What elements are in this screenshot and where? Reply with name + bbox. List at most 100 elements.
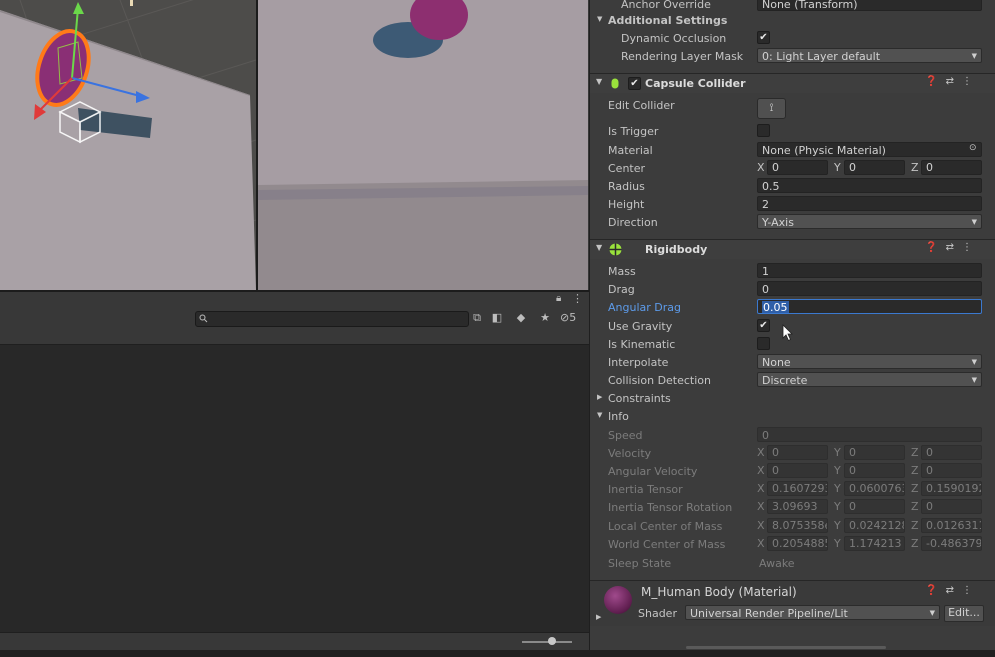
is-trigger-row: Is Trigger bbox=[590, 123, 995, 141]
is-kinematic-label: Is Kinematic bbox=[608, 338, 676, 351]
presets-icon[interactable]: ⇄ bbox=[946, 242, 962, 253]
interpolate-row: Interpolate None bbox=[590, 354, 995, 372]
interpolate-dropdown[interactable]: None bbox=[757, 354, 982, 369]
inertia-tensor-row: Inertia Tensor X 0.1607293 Y 0.0600763 Z 0.… bbox=[608, 481, 982, 496]
center-z-field[interactable]: 0 bbox=[921, 160, 982, 175]
collision-detection-dropdown[interactable]: Discrete bbox=[757, 372, 982, 387]
local-center-of-mass-x-field: 8.075358e bbox=[767, 518, 828, 533]
center-label: Center bbox=[608, 162, 646, 175]
center-row: Center X0 Y0 Z0 bbox=[590, 160, 995, 178]
constraints-foldout[interactable]: ▶ Constraints bbox=[590, 390, 995, 408]
is-trigger-label: Is Trigger bbox=[608, 125, 659, 138]
mass-row: Mass 1 bbox=[590, 263, 995, 281]
angular-drag-row: Angular Drag 0.05 bbox=[590, 299, 995, 317]
angular-drag-field[interactable]: 0.05 bbox=[757, 299, 982, 314]
capsule-collider-enabled-checkbox[interactable]: ✔ bbox=[628, 77, 641, 90]
material-preview-sphere[interactable] bbox=[604, 586, 632, 614]
dynamic-occlusion-checkbox[interactable]: ✔ bbox=[757, 31, 770, 44]
help-icon[interactable]: ❓ bbox=[925, 76, 945, 87]
center-y-field[interactable]: 0 bbox=[844, 160, 905, 175]
component-menu-icon[interactable]: ⋮ bbox=[962, 242, 980, 253]
rigidbody-header[interactable]: ▼ Rigidbody ❓⇄⋮ bbox=[590, 239, 995, 259]
zoom-slider-knob[interactable] bbox=[548, 637, 556, 645]
radius-row: Radius 0.5 bbox=[590, 178, 995, 196]
foldout-arrow-icon: ▼ bbox=[597, 15, 603, 23]
edit-collider-label: Edit Collider bbox=[608, 99, 675, 112]
angular-velocity-y-field: 0 bbox=[844, 463, 905, 478]
anchor-override-field[interactable]: None (Transform) bbox=[757, 0, 982, 11]
rendering-layer-mask-dropdown[interactable]: 0: Light Layer default bbox=[757, 48, 982, 63]
drag-field[interactable]: 0 bbox=[757, 281, 982, 296]
edit-shader-button[interactable]: Edit... bbox=[944, 605, 984, 622]
rendering-layer-mask-row: Rendering Layer Mask 0: Light Layer defa… bbox=[590, 48, 995, 66]
help-icon[interactable]: ❓ bbox=[925, 242, 945, 253]
label-icon[interactable]: ◆ bbox=[514, 311, 528, 325]
scene-canvas[interactable] bbox=[0, 0, 256, 290]
sleep-state-label: Sleep State bbox=[608, 557, 672, 570]
angular-velocity-label: Angular Velocity bbox=[608, 465, 698, 478]
angular-drag-label: Angular Drag bbox=[608, 301, 681, 314]
radius-field[interactable]: 0.5 bbox=[757, 178, 982, 193]
collapse-arrow-icon[interactable]: ▼ bbox=[596, 77, 602, 86]
lower-panel-toolbar: ⧉ ◧ ◆ ★ ⊘5 bbox=[0, 308, 589, 345]
capsule-collider-header[interactable]: ▼ ✔ Capsule Collider ❓⇄⋮ bbox=[590, 73, 995, 93]
lock-icon[interactable]: 🔒︎ bbox=[556, 293, 561, 304]
lower-panel-tabbar: 🔒︎ ⋮ bbox=[0, 292, 589, 308]
local-center-of-mass-label: Local Center of Mass bbox=[608, 520, 723, 533]
presets-icon[interactable]: ⇄ bbox=[946, 76, 962, 87]
inspector-scrollbar[interactable] bbox=[686, 646, 886, 649]
lower-panel: 🔒︎ ⋮ ⧉ ◧ ◆ ★ ⊘5 bbox=[0, 292, 589, 657]
use-gravity-checkbox[interactable]: ✔ bbox=[757, 319, 770, 332]
scene-view[interactable] bbox=[0, 0, 256, 290]
collapse-arrow-icon[interactable]: ▼ bbox=[596, 243, 602, 252]
dynamic-occlusion-row: Dynamic Occlusion ✔ bbox=[590, 30, 995, 48]
shader-dropdown[interactable]: Universal Render Pipeline/Lit bbox=[685, 605, 940, 620]
inertia-tensor-label: Inertia Tensor bbox=[608, 483, 683, 496]
hidden-packages-icon[interactable]: ⊘5 bbox=[560, 311, 584, 325]
presets-icon[interactable]: ⇄ bbox=[946, 585, 962, 596]
component-menu-icon[interactable]: ⋮ bbox=[962, 76, 980, 87]
foldout-arrow-icon[interactable]: ▶ bbox=[596, 613, 601, 621]
physic-material-field[interactable]: None (Physic Material) bbox=[757, 142, 982, 157]
local-center-of-mass-z-field: 0.0126311 bbox=[921, 518, 982, 533]
inertia-tensor-y-field: 0.0600763 bbox=[844, 481, 905, 496]
search-input[interactable] bbox=[195, 311, 469, 327]
is-trigger-checkbox[interactable] bbox=[757, 124, 770, 137]
kebab-menu-icon[interactable]: ⋮ bbox=[572, 292, 583, 305]
filter-scene-icon[interactable]: ⧉ bbox=[470, 311, 484, 325]
height-row: Height 2 bbox=[590, 196, 995, 214]
favorite-star-icon[interactable]: ★ bbox=[538, 311, 552, 325]
sleep-state-row: Sleep State Awake bbox=[590, 555, 995, 573]
capsule-collider-title: Capsule Collider bbox=[645, 77, 746, 90]
direction-label: Direction bbox=[608, 216, 658, 229]
speed-row: Speed 0 bbox=[590, 427, 995, 445]
height-field[interactable]: 2 bbox=[757, 196, 982, 211]
inertia-tensor-rotation-z-field: 0 bbox=[921, 499, 982, 514]
radius-label: Radius bbox=[608, 180, 645, 193]
inertia-tensor-x-field: 0.1607293 bbox=[767, 481, 828, 496]
collision-detection-label: Collision Detection bbox=[608, 374, 712, 387]
additional-settings-foldout[interactable]: ▼ Additional Settings bbox=[590, 12, 995, 30]
mass-field[interactable]: 1 bbox=[757, 263, 982, 278]
view-divider[interactable] bbox=[256, 0, 258, 290]
object-picker-icon[interactable]: ⊙ bbox=[969, 143, 977, 153]
zoom-slider-track[interactable] bbox=[522, 641, 572, 643]
local-center-of-mass-y-field: 0.0242128 bbox=[844, 518, 905, 533]
filter-type-icon[interactable]: ◧ bbox=[490, 311, 504, 325]
center-x-field[interactable]: 0 bbox=[767, 160, 828, 175]
drag-row: Drag 0 bbox=[590, 281, 995, 299]
is-kinematic-checkbox[interactable] bbox=[757, 337, 770, 350]
edit-collider-button[interactable]: ⟟ bbox=[757, 98, 786, 119]
material-section: ▶ M_Human Body (Material) ❓⇄⋮ Shader Uni… bbox=[590, 580, 995, 626]
help-icon[interactable]: ❓ bbox=[925, 585, 945, 596]
game-view[interactable] bbox=[258, 0, 588, 290]
foldout-arrow-icon: ▶ bbox=[597, 393, 603, 401]
component-menu-icon[interactable]: ⋮ bbox=[962, 585, 980, 596]
speed-label: Speed bbox=[608, 429, 643, 442]
info-foldout[interactable]: ▼ Info bbox=[590, 408, 995, 426]
velocity-z-field: 0 bbox=[921, 445, 982, 460]
world-center-of-mass-z-field: -0.486379 bbox=[921, 536, 982, 551]
collision-detection-row: Collision Detection Discrete bbox=[590, 372, 995, 390]
direction-dropdown[interactable]: Y-Axis bbox=[757, 214, 982, 229]
angular-velocity-row: Angular Velocity X0 Y0 Z0 bbox=[590, 463, 995, 481]
